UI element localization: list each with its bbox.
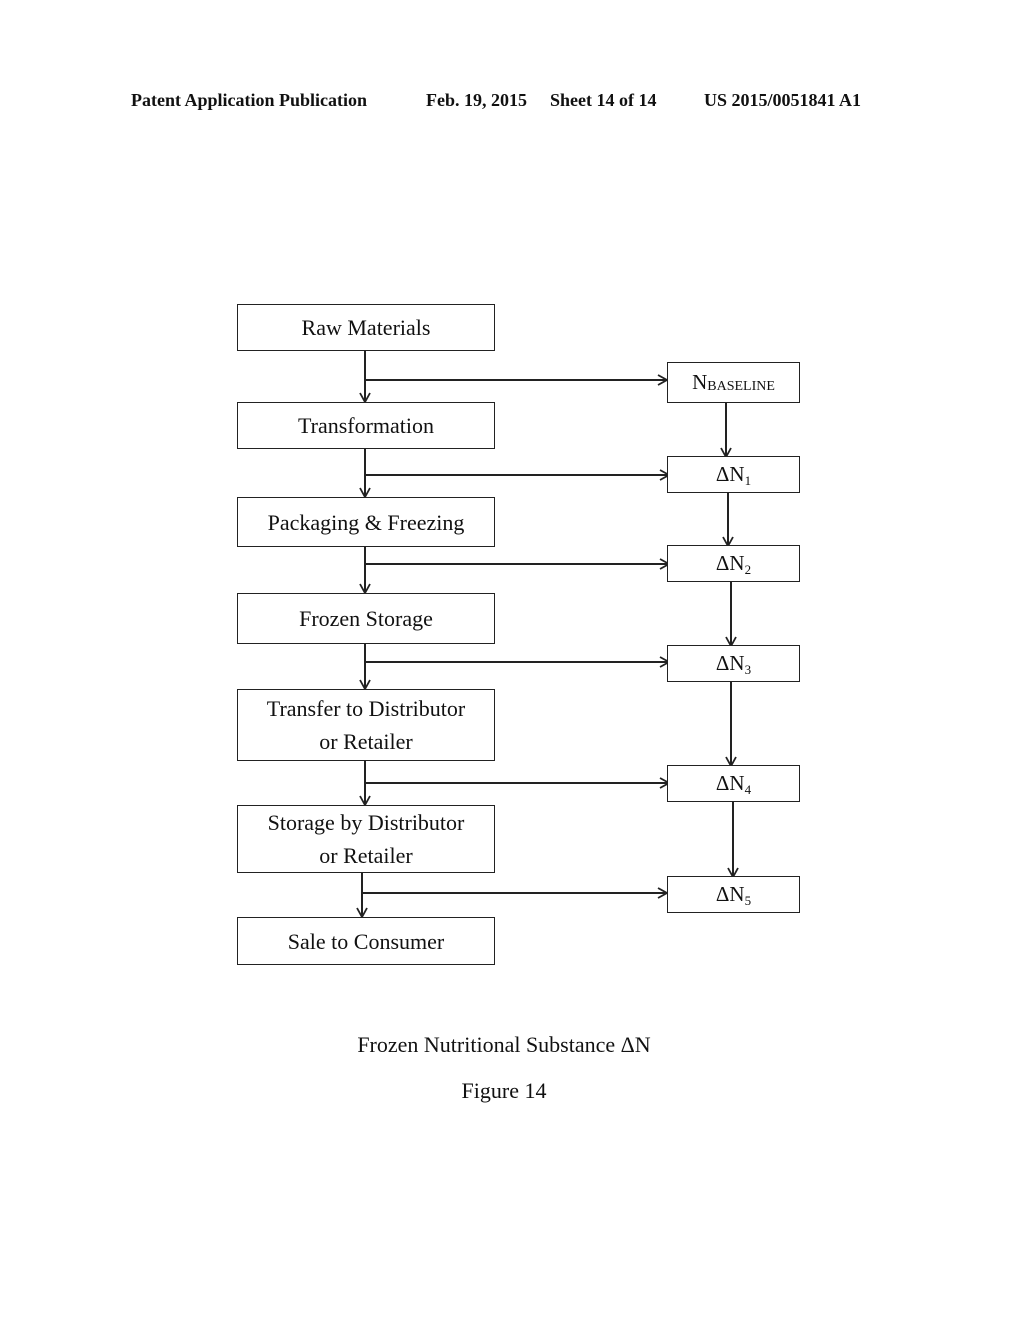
step-storage-distributor: Storage by Distributor or Retailer [237,805,495,873]
delta-n2-box: ΔN 2 [667,545,800,582]
step-frozen-storage: Frozen Storage [237,593,495,644]
delta-n5-box: ΔN 5 [667,876,800,913]
step-label: Sale to Consumer [287,928,445,954]
n-subscript: 4 [744,781,752,797]
step-raw-materials: Raw Materials [237,304,495,351]
figure-number: Figure 14 [461,1078,547,1103]
step-label: Raw Materials [301,315,431,340]
delta-n4-box: ΔN 4 [667,765,800,802]
step-label: Storage by Distributor [267,810,465,835]
n-subscript: 3 [744,661,752,677]
delta-n1-box: ΔN 1 [667,456,800,493]
n-subscript: 5 [744,892,752,908]
step-label: Transfer to Distributor [266,696,466,721]
n-main: ΔN [715,651,745,675]
n-main: N [692,370,708,394]
connector-lines [356,350,739,919]
step-label-line2: or Retailer [319,843,413,868]
step-label: Frozen Storage [299,606,433,631]
n-main: ΔN [715,462,745,486]
n-subscript: 1 [744,472,752,488]
n-subscript: 2 [744,561,752,577]
n-main: ΔN [715,771,745,795]
n-subscript: BASELINE [707,378,775,394]
delta-n3-box: ΔN 3 [667,645,800,682]
n-main: ΔN [715,551,745,575]
step-label: Transformation [297,413,435,438]
step-transformation: Transformation [237,402,495,449]
step-label-line2: or Retailer [319,729,413,754]
step-label: Packaging & Freezing [267,509,465,535]
n-baseline-box: N BASELINE [667,362,800,403]
step-packaging-freezing: Packaging & Freezing [237,497,495,547]
step-sale-to-consumer: Sale to Consumer [237,917,495,965]
figure-title: Frozen Nutritional Substance ΔN [357,1032,651,1057]
n-main: ΔN [715,882,745,906]
step-transfer-distributor: Transfer to Distributor or Retailer [237,689,495,761]
